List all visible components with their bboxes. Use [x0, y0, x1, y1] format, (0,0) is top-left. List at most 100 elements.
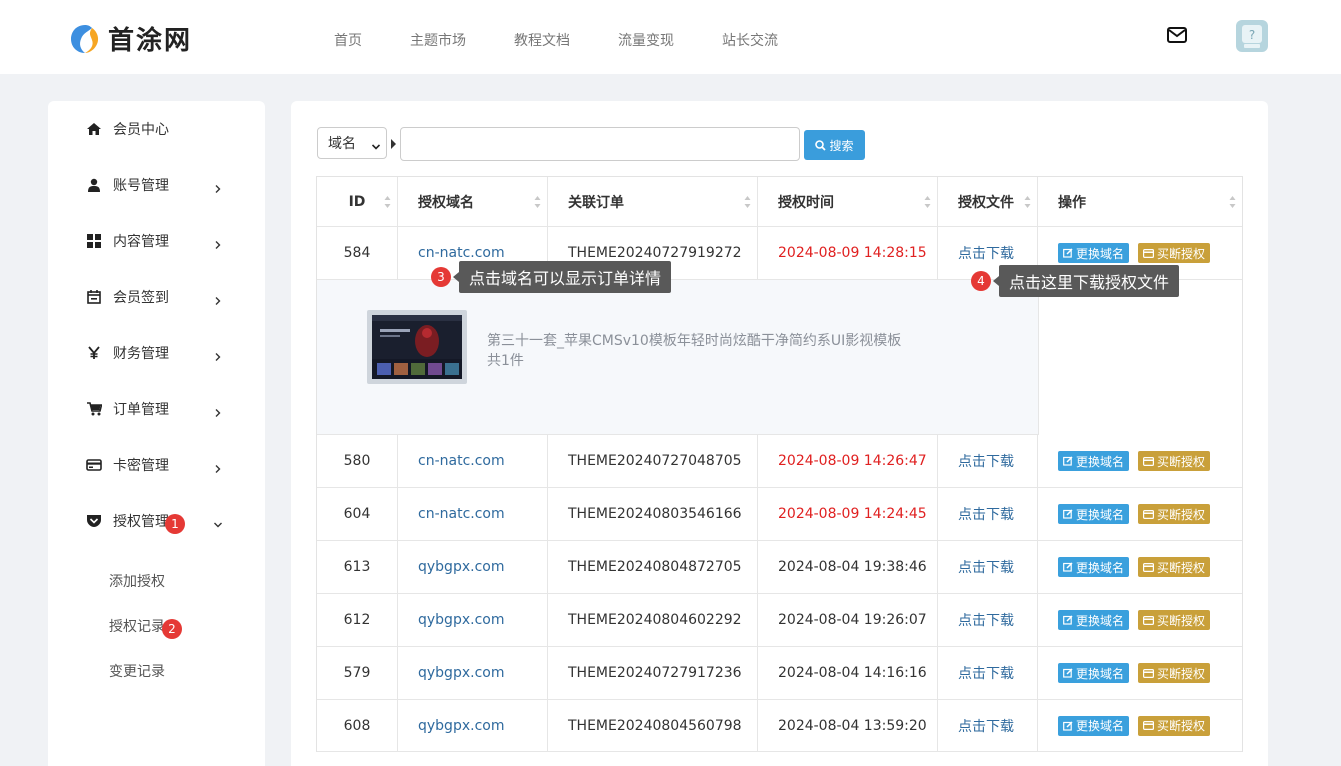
- row-order: THEME20240727917236: [548, 647, 758, 699]
- edit-icon: [1063, 720, 1073, 731]
- row-time: 2024-08-09 14:28:15: [758, 227, 938, 279]
- svg-text:?: ?: [1249, 28, 1255, 42]
- user-icon: [86, 177, 102, 193]
- row-domain-link[interactable]: cn-natc.com: [398, 488, 548, 540]
- row-time: 2024-08-09 14:26:47: [758, 435, 938, 487]
- cart-icon: [86, 401, 102, 417]
- row-domain-link[interactable]: qybgpx.com: [398, 700, 548, 751]
- change-domain-button[interactable]: 更换域名: [1058, 610, 1130, 630]
- nav-theme-market[interactable]: 主题市场: [410, 30, 466, 50]
- row-id: 604: [317, 488, 398, 540]
- search-input[interactable]: [400, 127, 800, 161]
- logo-icon: [68, 22, 102, 56]
- search-button[interactable]: 搜索: [804, 130, 865, 160]
- row-time: 2024-08-09 14:24:45: [758, 488, 938, 540]
- buyout-license-button[interactable]: 买断授权: [1138, 610, 1211, 630]
- sidebar-item-cards[interactable]: 卡密管理: [48, 445, 265, 485]
- sidebar-item-orders[interactable]: 订单管理: [48, 389, 265, 429]
- card-icon: [1143, 248, 1155, 258]
- sidebar-item-member-center[interactable]: 会员中心: [48, 109, 265, 149]
- sort-icon: [744, 195, 751, 208]
- chevron-right-icon: [214, 293, 222, 305]
- card-icon: [1143, 668, 1155, 678]
- row-domain-link[interactable]: qybgpx.com: [398, 594, 548, 646]
- row-download-link[interactable]: 点击下载: [938, 647, 1038, 699]
- chevron-right-icon: [214, 349, 222, 361]
- step-badge-4: 4: [971, 271, 991, 291]
- col-header-file[interactable]: 授权文件: [938, 177, 1038, 226]
- sidebar-item-checkin[interactable]: 会员签到: [48, 277, 265, 317]
- caret-right-icon: [391, 139, 396, 149]
- edit-icon: [1063, 509, 1073, 519]
- card-icon: [1143, 562, 1155, 572]
- col-header-actions[interactable]: 操作: [1038, 177, 1242, 226]
- table-row: 604 cn-natc.com THEME20240803546166 2024…: [317, 488, 1242, 541]
- buyout-license-button[interactable]: 买断授权: [1138, 715, 1211, 736]
- table-row: 579 qybgpx.com THEME20240727917236 2024-…: [317, 647, 1242, 700]
- buyout-license-button[interactable]: 买断授权: [1138, 557, 1211, 577]
- row-domain-link[interactable]: cn-natc.com: [398, 435, 548, 487]
- change-domain-button[interactable]: 更换域名: [1058, 504, 1130, 524]
- top-bar: 首涂网 首页 主题市场 教程文档 流量变现 站长交流 ?: [0, 0, 1341, 74]
- buyout-license-button[interactable]: 买断授权: [1138, 243, 1211, 263]
- change-domain-button[interactable]: 更换域名: [1058, 243, 1130, 263]
- theme-thumbnail[interactable]: [367, 310, 467, 384]
- theme-title[interactable]: 第三十一套_苹果CMSv10模板年轻时尚炫酷干净简约系UI影视模板: [487, 330, 901, 350]
- row-download-link[interactable]: 点击下载: [938, 594, 1038, 646]
- row-download-link[interactable]: 点击下载: [938, 435, 1038, 487]
- sidebar: 会员中心 账号管理 内容管理 会员签到 财务管理 订单管理 卡密管理 授权管理 …: [48, 101, 265, 766]
- sidebar-sub-change-records[interactable]: 变更记录: [109, 661, 165, 681]
- sidebar-sub-add-license[interactable]: 添加授权: [109, 571, 165, 591]
- change-domain-button[interactable]: 更换域名: [1058, 451, 1130, 471]
- nav-traffic[interactable]: 流量变现: [618, 30, 674, 50]
- col-header-domain[interactable]: 授权域名: [398, 177, 548, 226]
- card-icon: [1143, 456, 1155, 466]
- mail-icon[interactable]: [1166, 26, 1188, 44]
- row-download-link[interactable]: 点击下载: [938, 488, 1038, 540]
- row-order: THEME20240803546166: [548, 488, 758, 540]
- chevron-right-icon: [214, 237, 222, 249]
- order-detail-panel: 第三十一套_苹果CMSv10模板年轻时尚炫酷干净简约系UI影视模板 共1件: [317, 280, 1242, 435]
- buyout-license-button[interactable]: 买断授权: [1138, 663, 1211, 683]
- sidebar-item-content[interactable]: 内容管理: [48, 221, 265, 261]
- row-download-link[interactable]: 点击下载: [938, 700, 1038, 751]
- row-actions: 更换域名 买断授权: [1038, 541, 1242, 593]
- change-domain-button[interactable]: 更换域名: [1058, 557, 1130, 577]
- buyout-license-button[interactable]: 买断授权: [1138, 451, 1211, 471]
- search-field-select[interactable]: 域名: [317, 127, 387, 159]
- col-header-id[interactable]: ID: [317, 177, 398, 226]
- edit-icon: [1063, 456, 1073, 466]
- row-domain-link[interactable]: qybgpx.com: [398, 647, 548, 699]
- row-domain-link[interactable]: qybgpx.com: [398, 541, 548, 593]
- card-icon: [86, 457, 102, 473]
- nav-docs[interactable]: 教程文档: [514, 30, 570, 50]
- table-row: 612 qybgpx.com THEME20240804602292 2024-…: [317, 594, 1242, 647]
- buyout-license-button[interactable]: 买断授权: [1138, 504, 1211, 524]
- col-header-order[interactable]: 关联订单: [548, 177, 758, 226]
- logo-text: 首涂网: [108, 26, 193, 56]
- shield-icon: [86, 513, 102, 529]
- sort-icon: [534, 195, 541, 208]
- license-table: ID 授权域名 关联订单 授权时间 授权文件 操作 584 cn-natc.co…: [316, 176, 1243, 752]
- row-download-link[interactable]: 点击下载: [938, 541, 1038, 593]
- sidebar-item-account[interactable]: 账号管理: [48, 165, 265, 205]
- change-domain-button[interactable]: 更换域名: [1058, 715, 1130, 736]
- sidebar-sub-license-records[interactable]: 授权记录: [109, 616, 165, 636]
- change-domain-button[interactable]: 更换域名: [1058, 663, 1130, 683]
- main-nav: 首页 主题市场 教程文档 流量变现 站长交流: [334, 30, 826, 50]
- chevron-down-icon: [214, 517, 222, 528]
- row-actions: 更换域名 买断授权: [1038, 488, 1242, 540]
- nav-community[interactable]: 站长交流: [722, 30, 778, 50]
- sort-icon: [924, 195, 931, 208]
- card-icon: [1143, 615, 1155, 625]
- calendar-icon: [86, 289, 102, 305]
- avatar[interactable]: ?: [1236, 20, 1268, 52]
- site-logo[interactable]: 首涂网: [68, 20, 192, 57]
- col-header-time[interactable]: 授权时间: [758, 177, 938, 226]
- nav-home[interactable]: 首页: [334, 30, 362, 50]
- sidebar-item-license[interactable]: 授权管理: [48, 501, 265, 541]
- sidebar-item-finance[interactable]: 财务管理: [48, 333, 265, 373]
- detail-empty-cell: [1038, 280, 1242, 435]
- search-icon: [815, 139, 827, 151]
- row-order: THEME20240804560798: [548, 700, 758, 751]
